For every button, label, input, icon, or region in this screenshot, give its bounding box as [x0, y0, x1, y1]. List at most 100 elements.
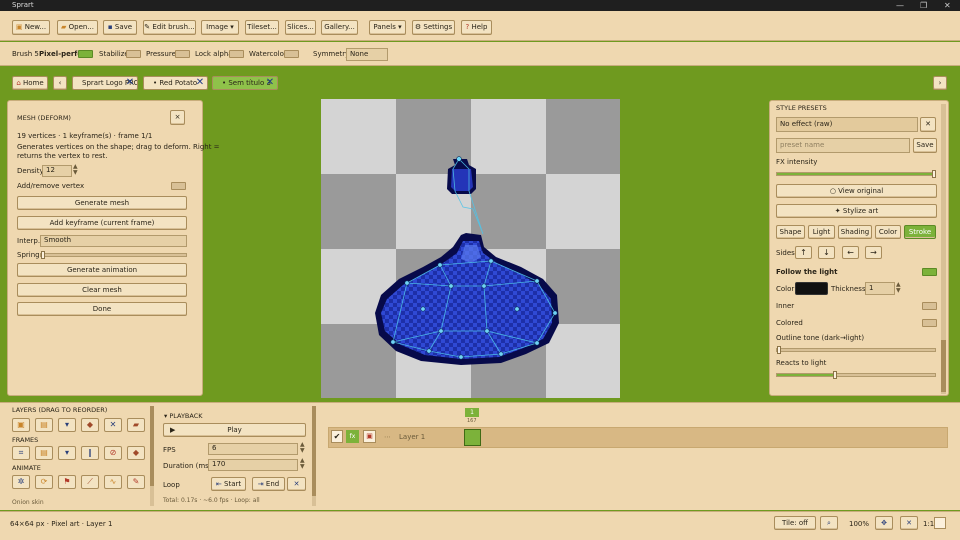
thickness-input[interactable]: 1 [865, 282, 895, 295]
scrollbar-thumb[interactable] [312, 406, 316, 496]
tab-light[interactable]: Light [808, 225, 835, 239]
frame-number-badge[interactable]: 1 [465, 408, 479, 417]
slices-button[interactable]: Slices... [285, 20, 316, 35]
frame-props-icon[interactable]: ◆ [127, 446, 145, 460]
pixel-perfect-toggle[interactable] [78, 50, 93, 58]
inner-toggle[interactable] [922, 302, 937, 310]
scrollbar-thumb[interactable] [150, 406, 154, 486]
spring-slider-knob[interactable] [41, 251, 45, 259]
zoom-tool-button[interactable]: ⌕ [820, 516, 838, 530]
tab-shading[interactable]: Shading [838, 225, 872, 239]
loop-clear-button[interactable]: ✕ [287, 477, 306, 491]
save-button[interactable]: ▪ Save [103, 20, 137, 35]
layers-scrollbar[interactable] [150, 406, 154, 506]
drawing-canvas[interactable] [321, 99, 620, 398]
tab-sprart-logo[interactable]: Sprart Logo PRC ✕ [72, 76, 138, 90]
follow-light-toggle[interactable] [922, 268, 937, 276]
density-input[interactable]: 12 [42, 165, 72, 177]
open-button[interactable]: ▰ Open... [57, 20, 98, 35]
symmetry-select[interactable]: None [346, 48, 388, 61]
tween-icon[interactable]: ✲ [12, 475, 30, 489]
colored-toggle[interactable] [922, 319, 937, 327]
delete-frame-icon[interactable]: ▾ [58, 446, 76, 460]
new-button[interactable]: ▣ New... [12, 20, 50, 35]
close-tab-icon[interactable]: ✕ [195, 78, 205, 88]
play-button[interactable]: ▶ Play [163, 423, 306, 437]
loop-start-button[interactable]: ⇤ Start [211, 477, 246, 491]
timeline-cell-frame-1[interactable] [464, 429, 481, 446]
close-tab-icon[interactable]: ✕ [125, 78, 135, 88]
duration-stepper[interactable]: ▲ ▼ [300, 458, 305, 470]
add-remove-vertex-toggle[interactable] [171, 182, 186, 190]
tabs-prev-button[interactable]: ‹ [53, 76, 67, 90]
maximize-icon[interactable]: ❐ [920, 0, 927, 11]
layer-props-icon[interactable]: ▰ [127, 418, 145, 432]
playback-scrollbar[interactable] [312, 406, 316, 506]
side-down-button[interactable]: ↓ [818, 246, 835, 259]
duration-input[interactable]: 170 [208, 459, 298, 471]
gallery-button[interactable]: Gallery... [321, 20, 358, 35]
generate-animation-button[interactable]: Generate animation [17, 263, 187, 277]
fx-intensity-slider[interactable] [776, 170, 936, 178]
stop-frame-icon[interactable]: ⊘ [104, 446, 122, 460]
path-icon[interactable]: ⟋ [81, 475, 99, 489]
stabilize-toggle[interactable] [126, 50, 141, 58]
pan-tool-button[interactable]: ✥ [875, 516, 893, 530]
watercolor-toggle[interactable] [284, 50, 299, 58]
lock-alpha-toggle[interactable] [229, 50, 244, 58]
view-original-button[interactable]: ○ View original [776, 184, 937, 198]
tab-color[interactable]: Color [875, 225, 901, 239]
pressure-toggle[interactable] [175, 50, 190, 58]
loop-end-button[interactable]: ⇥ End [252, 477, 285, 491]
help-button[interactable]: ? Help [461, 20, 492, 35]
reacts-light-knob[interactable] [833, 371, 837, 379]
fit-screen-button[interactable]: ✕ [900, 516, 918, 530]
home-tab[interactable]: ⌂ Home [12, 76, 48, 90]
reacts-light-slider[interactable] [776, 371, 936, 379]
keyframe-icon[interactable]: ⟳ [35, 475, 53, 489]
settings-button[interactable]: ⚙ Settings [412, 20, 455, 35]
flag-icon[interactable]: ⚑ [58, 475, 76, 489]
tabs-next-button[interactable]: › [933, 76, 947, 90]
add-frame-icon[interactable]: ⌗ [12, 446, 30, 460]
interp-select[interactable]: Smooth [40, 235, 187, 247]
preset-clear-button[interactable]: ✕ [920, 117, 936, 132]
tab-stroke[interactable]: Stroke [904, 225, 936, 239]
layer-fx-button[interactable]: fx [346, 430, 359, 443]
side-left-button[interactable]: ← [842, 246, 859, 259]
density-stepper[interactable]: ▲ ▼ [73, 164, 78, 176]
side-right-button[interactable]: → [865, 246, 882, 259]
generate-mesh-button[interactable]: Generate mesh [17, 196, 187, 210]
mesh-close-button[interactable]: × [170, 110, 185, 125]
tileset-button[interactable]: Tileset... [245, 20, 279, 35]
image-menu-button[interactable]: Image ▾ [201, 20, 239, 35]
stroke-color-swatch[interactable] [795, 282, 828, 295]
stylize-art-button[interactable]: ✦ Stylize art [776, 204, 937, 218]
fx-intensity-knob[interactable] [932, 170, 936, 178]
fps-stepper[interactable]: ▲ ▼ [300, 442, 305, 454]
ease-icon[interactable]: ∿ [104, 475, 122, 489]
duplicate-layer-icon[interactable]: ▤ [35, 418, 53, 432]
preset-save-button[interactable]: Save [913, 138, 937, 153]
merge-layer-icon[interactable]: ◆ [81, 418, 99, 432]
style-panel-scrollbar[interactable] [941, 104, 946, 394]
tab-shape[interactable]: Shape [776, 225, 805, 239]
actual-size-checkbox[interactable] [934, 517, 946, 529]
layer-visible-checkbox[interactable]: ✔ [331, 430, 343, 443]
tile-toggle-button[interactable]: Tile: off [774, 516, 816, 530]
anim-props-icon[interactable]: ✎ [127, 475, 145, 489]
tab-sem-titulo-3[interactable]: • Sem título 3 ✕ [212, 76, 278, 90]
tab-red-potato[interactable]: • Red Potato ✕ [143, 76, 208, 90]
done-button[interactable]: Done [17, 302, 187, 316]
outline-tone-knob[interactable] [777, 346, 781, 354]
thickness-stepper[interactable]: ▲ ▼ [896, 282, 901, 294]
outline-tone-slider[interactable] [776, 346, 936, 354]
delete-layer-icon[interactable]: ▾ [58, 418, 76, 432]
duplicate-frame-icon[interactable]: ▤ [35, 446, 53, 460]
add-keyframe-button[interactable]: Add keyframe (current frame) [17, 216, 187, 230]
minimize-icon[interactable]: — [896, 0, 904, 11]
preset-select[interactable]: No effect (raw) [776, 117, 918, 132]
spring-slider[interactable] [40, 251, 187, 259]
fps-input[interactable]: 6 [208, 443, 298, 455]
close-tab-icon[interactable]: ✕ [265, 78, 275, 88]
